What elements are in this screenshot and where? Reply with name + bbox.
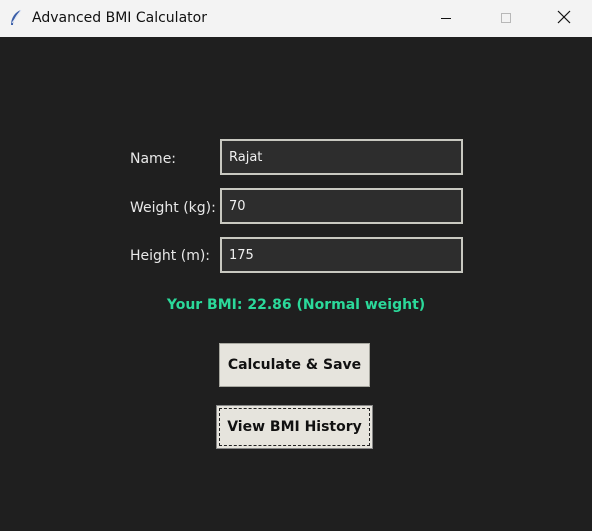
close-button[interactable] xyxy=(541,0,587,37)
height-label: Height (m): xyxy=(130,248,211,264)
weight-input[interactable] xyxy=(220,188,463,224)
maximize-icon xyxy=(500,9,512,28)
bmi-result-text: Your BMI: 22.86 (Normal weight) xyxy=(166,297,426,313)
maximize-button[interactable] xyxy=(483,0,529,37)
minimize-button[interactable] xyxy=(423,0,469,37)
height-input[interactable] xyxy=(220,237,463,273)
feather-icon xyxy=(8,9,24,27)
main-content: Name: Weight (kg): Height (m): Your BMI:… xyxy=(0,37,592,531)
name-input[interactable] xyxy=(220,139,463,175)
calculate-save-button[interactable]: Calculate & Save xyxy=(219,343,370,387)
minimize-icon xyxy=(440,9,452,28)
window-title: Advanced BMI Calculator xyxy=(32,10,207,26)
bmi-calculator-window: Advanced BMI Calculator Name: Weight (kg… xyxy=(0,0,592,531)
weight-label: Weight (kg): xyxy=(130,200,216,216)
title-bar[interactable]: Advanced BMI Calculator xyxy=(0,0,592,37)
view-history-button[interactable]: View BMI History xyxy=(216,405,373,449)
name-label: Name: xyxy=(130,151,177,167)
close-icon xyxy=(557,9,571,28)
